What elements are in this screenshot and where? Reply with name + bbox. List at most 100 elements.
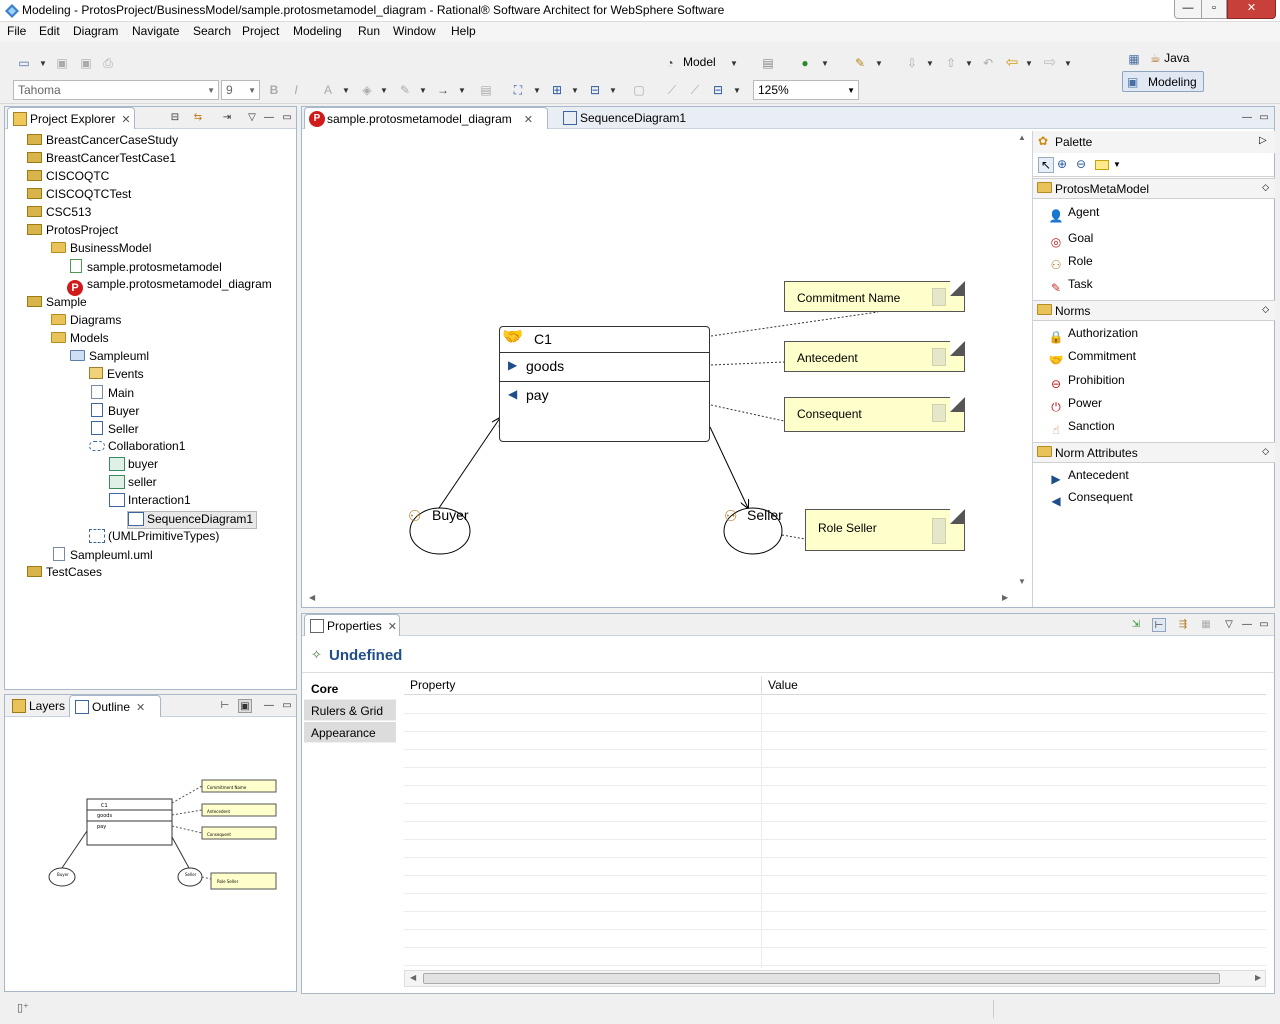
collapse-all-icon[interactable]: ⊟	[168, 111, 182, 125]
tree-item-breastcancertestcase1[interactable]: BreastCancerTestCase1	[27, 151, 176, 169]
drawer-pin-icon[interactable]: ◇	[1262, 304, 1269, 315]
properties-tab-appearance[interactable]: Appearance	[304, 722, 396, 743]
save-all-icon[interactable]: ▣	[78, 55, 94, 71]
vertical-scrollbar[interactable]: ▲ ▼	[1015, 131, 1031, 593]
outline-overview-icon[interactable]: ▣	[238, 699, 252, 713]
tree-item-seller-part[interactable]: seller	[109, 475, 157, 493]
back-icon[interactable]: ⇦	[1004, 55, 1020, 71]
model-selector[interactable]: Model	[683, 55, 716, 69]
menu-edit[interactable]: Edit	[39, 24, 60, 38]
scroll-up-icon[interactable]: ▲	[1018, 133, 1026, 142]
align-icon[interactable]: ⊟	[587, 82, 603, 98]
palette-section-norms[interactable]: Norms ◇	[1033, 300, 1275, 321]
select-tool-icon[interactable]: ↖	[1038, 157, 1054, 173]
consequent-pay[interactable]: pay	[526, 387, 549, 403]
font-size-combo[interactable]: 9 ▼	[221, 80, 260, 100]
note-consequent[interactable]: Consequent	[784, 397, 965, 432]
antecedent-goods[interactable]: goods	[526, 358, 564, 374]
fast-view-icon[interactable]: ▯⁺	[17, 1001, 29, 1014]
anchor-antecedent[interactable]	[710, 361, 785, 366]
properties-tab-rulers-grid[interactable]: Rulers & Grid	[304, 700, 396, 721]
outline-tree-icon[interactable]: ⊢	[218, 699, 232, 713]
close-tab-icon[interactable]: ✕	[524, 114, 533, 126]
palette-item-authorization[interactable]: 🔒 Authorization	[1048, 326, 1139, 346]
view-dropdown-icon[interactable]: ▽	[245, 111, 259, 125]
arrange-icon[interactable]: ▤	[478, 82, 494, 98]
anchor-consequent[interactable]	[710, 404, 785, 422]
scroll-left-icon[interactable]: ◀	[309, 593, 315, 602]
line-style-icon[interactable]: →	[435, 82, 451, 98]
menu-run[interactable]: Run	[358, 24, 380, 38]
tree-item-buyer[interactable]: Buyer	[91, 403, 139, 421]
tree-item-sequencediagram1[interactable]: SequenceDiagram1	[127, 511, 258, 529]
palette-item-task[interactable]: ✎ Task	[1048, 277, 1093, 297]
line-color-dropdown-icon[interactable]: ▼	[419, 86, 427, 95]
tree-item-buyer-part[interactable]: buyer	[109, 457, 158, 475]
tree-item-sample-protosmetamodel-diagram[interactable]: Psample.protosmetamodel_diagram	[67, 277, 272, 296]
tree-item-sampleuml-uml[interactable]: Sampleuml.uml	[53, 547, 153, 565]
menu-search[interactable]: Search	[193, 24, 231, 38]
zoom-combo[interactable]: 125% ▼	[753, 80, 859, 100]
last-edit-icon[interactable]: ↶	[980, 55, 996, 71]
tree-item-csc513[interactable]: CSC513	[27, 205, 91, 223]
menu-window[interactable]: Window	[393, 24, 436, 38]
run-icon[interactable]: ●	[797, 55, 813, 71]
tab-properties[interactable]: Properties ✕	[304, 614, 400, 636]
note-antecedent[interactable]: Antecedent	[784, 341, 965, 372]
forward-dropdown-icon[interactable]: ▼	[1064, 59, 1072, 68]
scroll-right-icon[interactable]: ▶	[1255, 973, 1261, 982]
line-style-dropdown-icon[interactable]: ▼	[458, 86, 466, 95]
menu-project[interactable]: Project	[242, 24, 279, 38]
close-button[interactable]: ✕	[1227, 0, 1276, 19]
fill-color-dropdown-icon[interactable]: ▼	[380, 86, 388, 95]
role-seller-label[interactable]: Seller	[747, 507, 783, 523]
fill-color-icon[interactable]: ◈	[359, 82, 375, 98]
scrollbar-thumb[interactable]	[423, 973, 1220, 984]
palette-item-prohibition[interactable]: ⊖ Prohibition	[1048, 373, 1125, 393]
select-dropdown-icon[interactable]: ▼	[533, 86, 541, 95]
menu-file[interactable]: File	[7, 24, 26, 38]
next-annotation-icon[interactable]: ⇩	[904, 55, 920, 71]
zoom-out-icon[interactable]: ⊖	[1076, 157, 1086, 171]
grid-dropdown-icon[interactable]: ▼	[733, 86, 741, 95]
palette-collapse-icon[interactable]: ▷	[1259, 135, 1267, 146]
wrench-icon[interactable]: ✎	[852, 55, 868, 71]
perspective-modeling[interactable]: ▣ Modeling	[1122, 71, 1204, 92]
properties-horizontal-scrollbar[interactable]: ◀ ▶	[404, 970, 1266, 987]
column-value[interactable]: Value	[768, 678, 798, 692]
anchor-commitment-name[interactable]	[710, 311, 879, 337]
tree-item-ciscoqtc[interactable]: CISCOQTC	[27, 169, 109, 187]
size-icon[interactable]: ▢	[631, 82, 647, 98]
tree-item-events[interactable]: Events	[89, 367, 144, 385]
print-icon[interactable]: ⎙	[100, 55, 116, 71]
menu-help[interactable]: Help	[451, 24, 476, 38]
tree-item-models[interactable]: Models	[51, 331, 109, 349]
tree-item-breastcancercasestudy[interactable]: BreastCancerCaseStudy	[27, 133, 178, 151]
route-icon[interactable]: ⟋	[664, 82, 680, 98]
scroll-left-icon[interactable]: ◀	[410, 973, 416, 982]
minimize-button[interactable]: —	[1174, 0, 1202, 19]
scroll-down-icon[interactable]: ▼	[1018, 577, 1026, 586]
font-color-dropdown-icon[interactable]: ▼	[342, 86, 350, 95]
palette-item-goal[interactable]: ◎ Goal	[1048, 231, 1094, 251]
tab-project-explorer[interactable]: Project Explorer ✕	[7, 107, 135, 129]
drawer-pin-icon[interactable]: ◇	[1262, 446, 1269, 457]
tree-item-sample[interactable]: Sample	[27, 295, 87, 313]
snap-icon[interactable]: ⟋	[687, 82, 703, 98]
tree-item-umlprimitivetypes[interactable]: (UMLPrimitiveTypes)	[89, 529, 219, 547]
maximize-button[interactable]: ▫	[1201, 0, 1227, 19]
show-categories-icon[interactable]: ⊢	[1152, 618, 1166, 632]
palette-item-consequent[interactable]: ◀ Consequent	[1048, 490, 1132, 510]
new-icon[interactable]: ▭	[16, 55, 32, 71]
note-commitment-name[interactable]: Commitment Name	[784, 281, 965, 312]
palette-section-protosmetamodel[interactable]: ProtosMetaModel ◇	[1033, 178, 1275, 199]
line-color-icon[interactable]: ✎	[397, 82, 413, 98]
minimize-view-icon[interactable]: —	[1240, 618, 1254, 632]
tree-item-businessmodel[interactable]: BusinessModel	[51, 241, 151, 259]
horizontal-scrollbar[interactable]: ◀ ▶	[304, 591, 1016, 607]
role-buyer-label[interactable]: Buyer	[432, 507, 469, 523]
prev-annotation-icon[interactable]: ⇧	[943, 55, 959, 71]
minimize-view-icon[interactable]: —	[262, 699, 276, 713]
tree-item-testcases[interactable]: TestCases	[27, 565, 102, 583]
menu-navigate[interactable]: Navigate	[132, 24, 179, 38]
